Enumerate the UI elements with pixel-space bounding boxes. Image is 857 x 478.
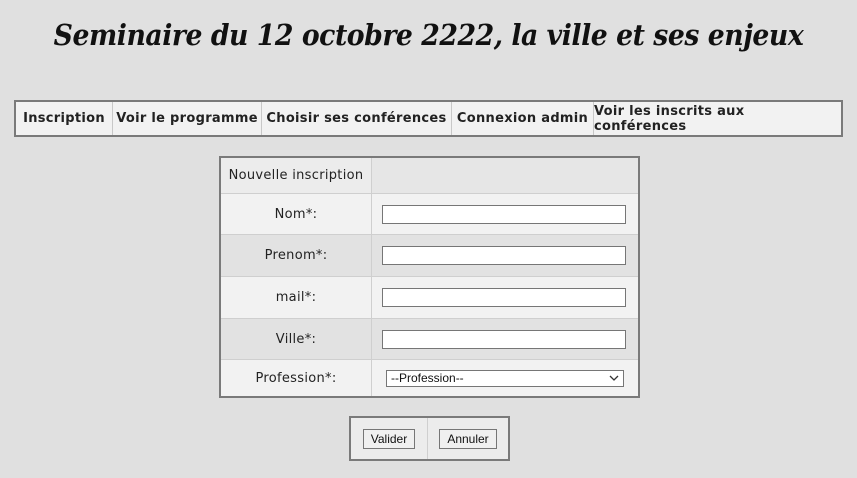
cancel-button[interactable]: Annuler	[439, 428, 497, 449]
form-header-row: Nouvelle inscription	[221, 158, 638, 194]
submit-cell: Valider	[351, 418, 428, 459]
page-title: Seminaire du 12 octobre 2222, la ville e…	[53, 18, 804, 52]
ville-cell	[372, 319, 638, 359]
form-actions: Valider Annuler	[349, 416, 510, 461]
mail-label: mail*:	[221, 277, 372, 318]
nom-input[interactable]	[382, 204, 626, 224]
form-row-prenom: Prenom*:	[221, 235, 638, 277]
ville-label: Ville*:	[221, 319, 372, 359]
nav-item-choisir-conferences[interactable]: Choisir ses conférences	[262, 102, 452, 135]
ville-input[interactable]	[382, 329, 626, 349]
prenom-label: Prenom*:	[221, 235, 372, 276]
registration-form: Nouvelle inscription Nom*: Prenom*: mail…	[219, 156, 640, 398]
nav-item-inscrits-conferences[interactable]: Voir les inscrits aux conférences	[594, 102, 841, 135]
profession-select[interactable]: --Profession--	[386, 369, 624, 387]
submit-button[interactable]: Valider	[362, 428, 416, 449]
prenom-input[interactable]	[382, 246, 626, 265]
form-row-nom: Nom*:	[221, 194, 638, 235]
form-row-mail: mail*:	[221, 277, 638, 319]
mail-cell	[372, 277, 638, 318]
nav-item-programme[interactable]: Voir le programme	[113, 102, 262, 135]
form-row-ville: Ville*:	[221, 319, 638, 360]
nav-bar: Inscription Voir le programme Choisir se…	[14, 100, 843, 137]
cancel-cell: Annuler	[428, 418, 508, 459]
form-heading: Nouvelle inscription	[221, 158, 372, 193]
nom-label: Nom*:	[221, 194, 372, 234]
form-heading-empty-cell	[372, 158, 638, 193]
form-row-profession: Profession*: --Profession--	[221, 360, 638, 396]
page: Seminaire du 12 octobre 2222, la ville e…	[0, 0, 857, 478]
profession-selected-value: --Profession--	[391, 371, 464, 385]
mail-input[interactable]	[382, 288, 626, 307]
nav-item-connexion-admin[interactable]: Connexion admin	[452, 102, 594, 135]
profession-label: Profession*:	[221, 360, 372, 396]
chevron-down-icon	[609, 373, 619, 384]
prenom-cell	[372, 235, 638, 276]
nom-cell	[372, 194, 638, 234]
nav-item-inscription[interactable]: Inscription	[16, 102, 113, 135]
profession-cell: --Profession--	[372, 360, 638, 396]
